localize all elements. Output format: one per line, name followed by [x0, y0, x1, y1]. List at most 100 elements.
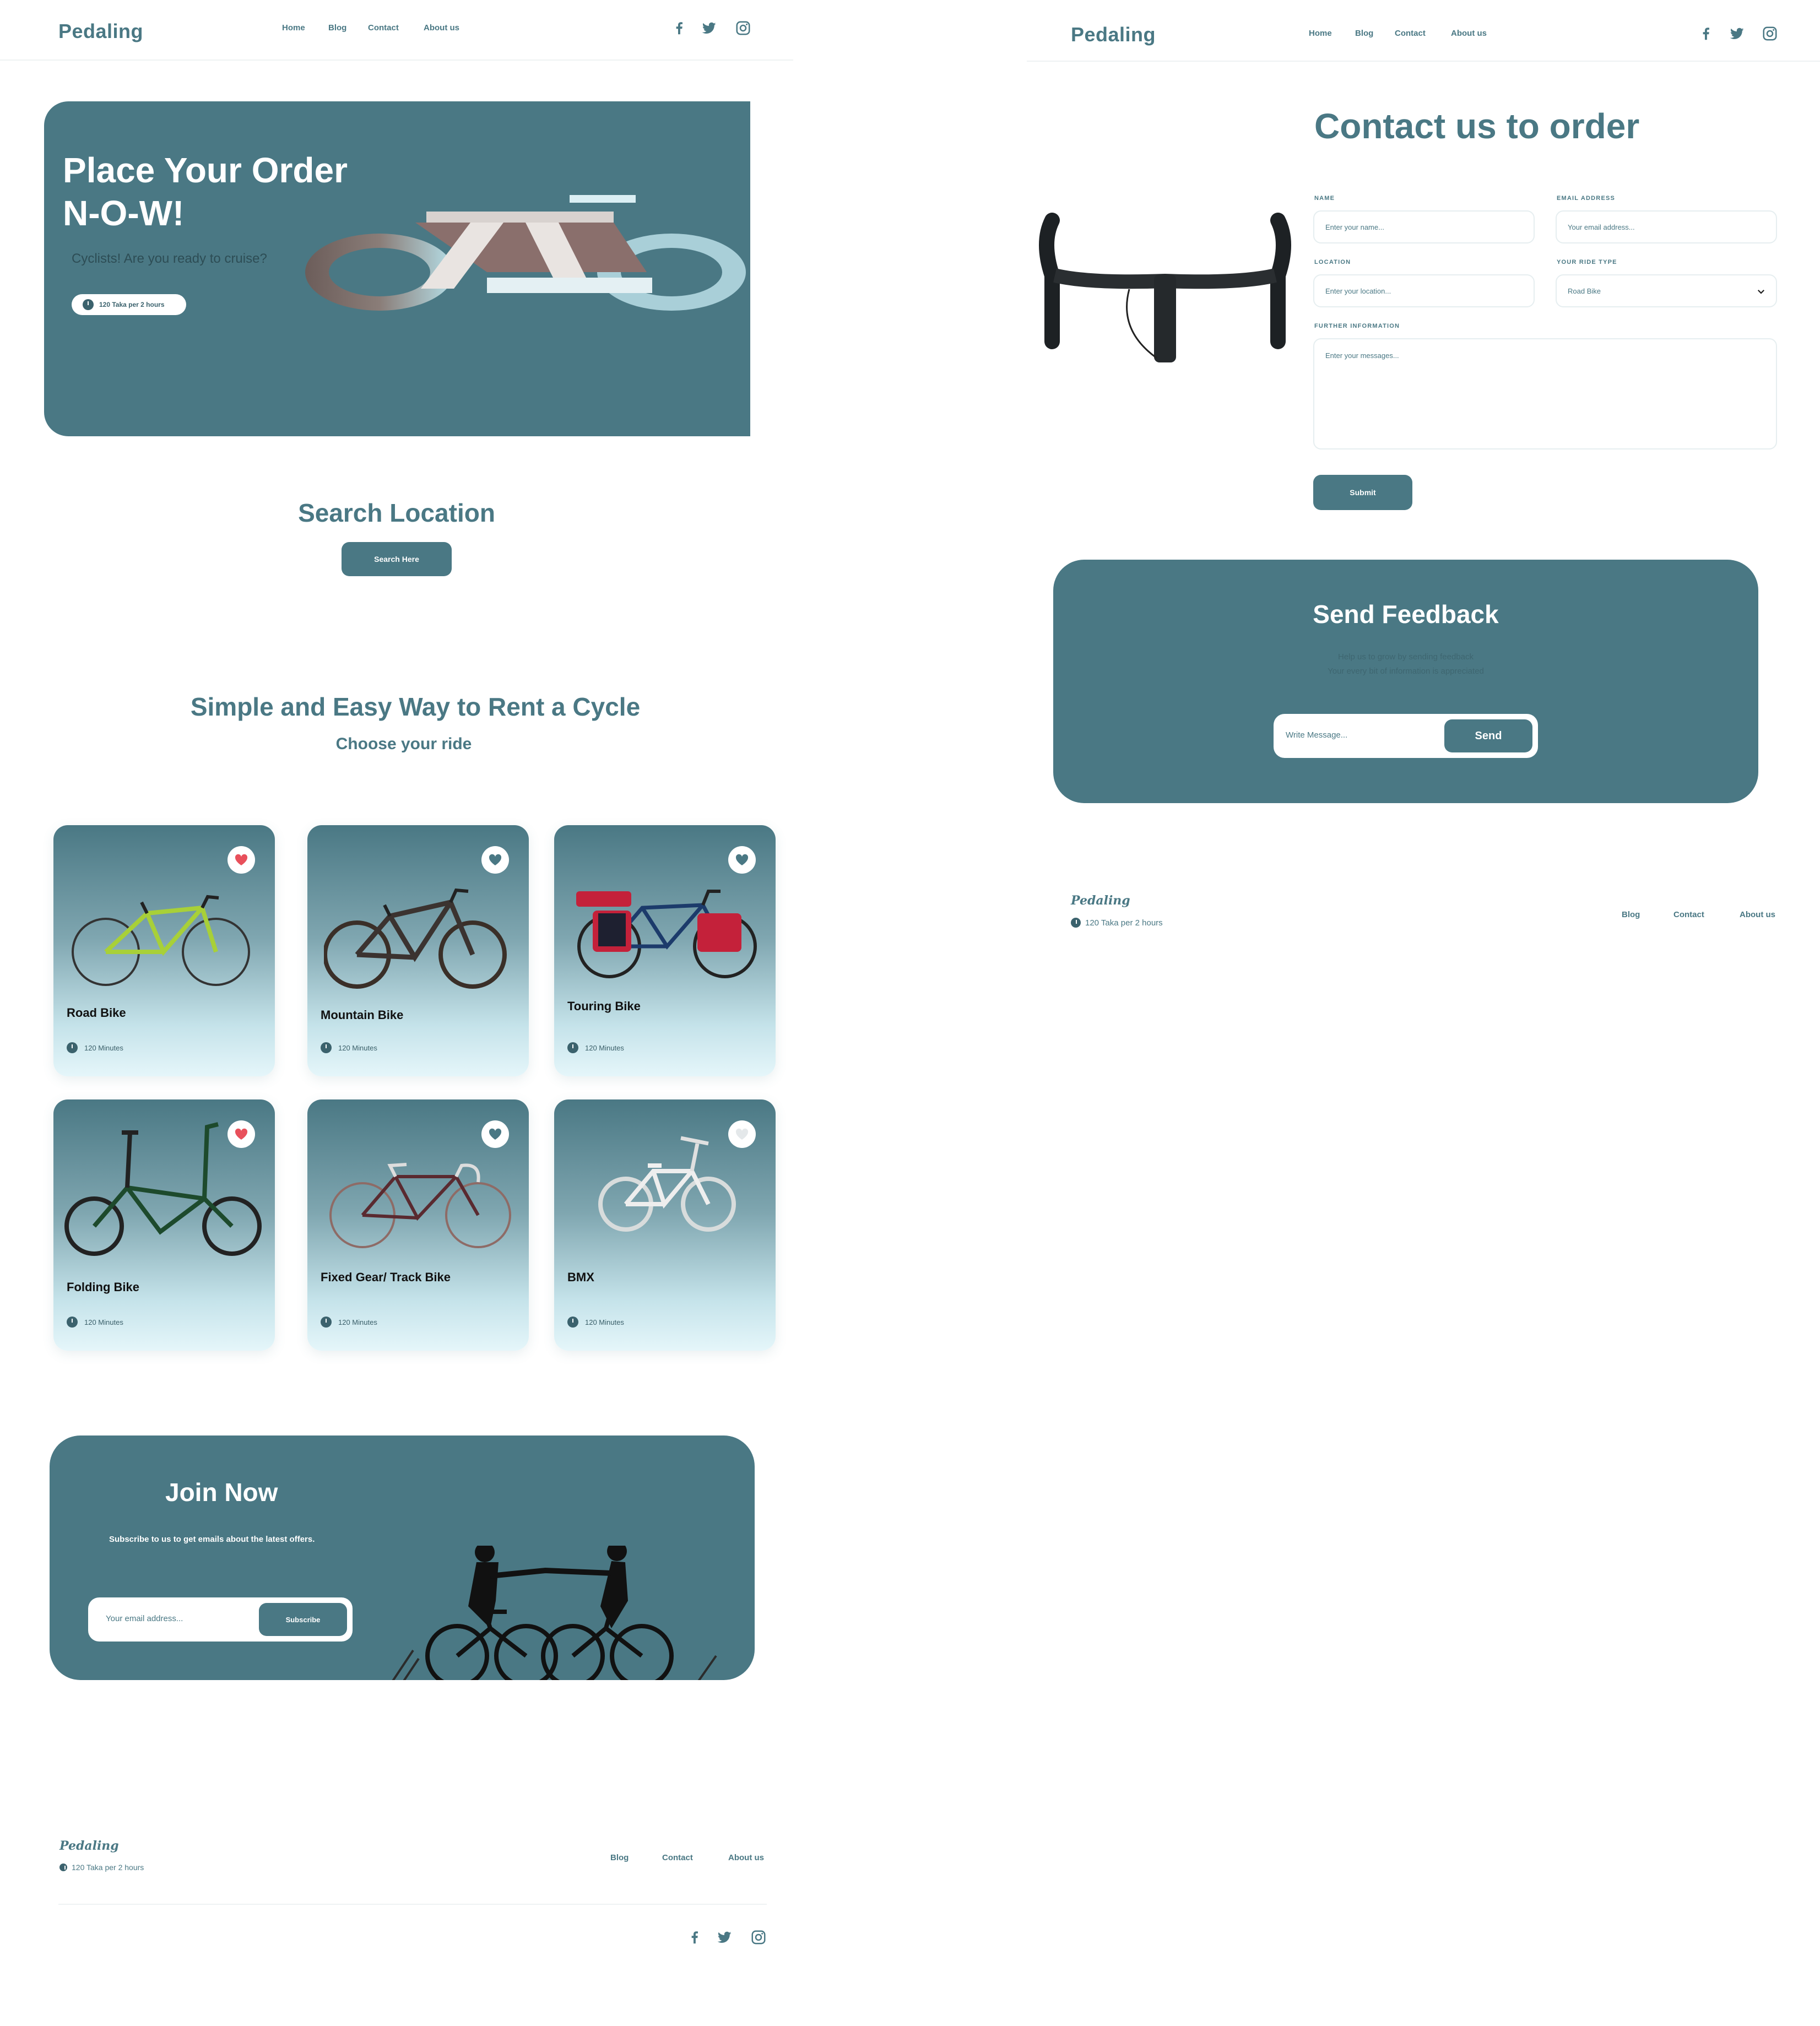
subscribe-email-input[interactable]: Your email address... — [106, 1614, 183, 1623]
mountain-bike-image — [324, 888, 507, 989]
card-duration: 120 Minutes — [67, 1042, 123, 1053]
name-input[interactable]: Enter your name... — [1313, 210, 1535, 243]
card-title: Fixed Gear/ Track Bike — [321, 1270, 451, 1284]
clock-icon — [59, 1864, 67, 1871]
search-title: Search Location — [298, 499, 495, 527]
header-divider — [1027, 61, 1820, 62]
instagram-icon[interactable] — [735, 20, 751, 36]
chevron-down-icon — [1757, 289, 1765, 294]
card-title: Folding Bike — [67, 1280, 139, 1294]
bmx-bike-image — [598, 1136, 736, 1232]
contact-title: Contact us to order — [1314, 106, 1640, 146]
clock-icon — [567, 1042, 578, 1053]
footer-price: 120 Taka per 2 hours — [59, 1863, 144, 1872]
join-title: Join Now — [165, 1478, 278, 1507]
submit-button[interactable]: Submit — [1313, 475, 1412, 510]
feedback-form: Write Message... Send — [1274, 714, 1538, 758]
site-logo[interactable]: Pedaling — [1071, 23, 1156, 46]
footer-logo[interactable]: Pedaling — [1071, 893, 1130, 908]
rent-title: Simple and Easy Way to Rent a Cycle — [190, 692, 641, 721]
hero-banner: Place Your Order N-O-W! Cyclists! Are yo… — [44, 101, 750, 436]
subscribe-button[interactable]: Subscribe — [259, 1603, 347, 1636]
footer-about-link[interactable]: About us — [1740, 910, 1775, 919]
footer-logo[interactable]: Pedaling — [59, 1839, 119, 1853]
clock-icon — [83, 299, 94, 310]
nav-home-link[interactable]: Home — [1309, 29, 1332, 38]
footer-blog-link[interactable]: Blog — [1622, 910, 1640, 919]
card-title: Road Bike — [67, 1006, 126, 1020]
card-duration: 120 Minutes — [567, 1042, 624, 1053]
bike-card-road[interactable]: Road Bike 120 Minutes — [53, 825, 275, 1076]
clock-icon — [67, 1317, 78, 1328]
card-duration-text: 120 Minutes — [585, 1318, 624, 1326]
facebook-icon[interactable] — [671, 20, 687, 36]
feedback-banner: Send Feedback Help us to grow by sending… — [1053, 560, 1758, 803]
bike-card-folding[interactable]: Folding Bike 120 Minutes — [53, 1099, 275, 1351]
hero-subtitle: Cyclists! Are you ready to cruise? — [72, 251, 267, 266]
join-now-banner: Join Now Subscribe to us to get emails a… — [50, 1435, 755, 1680]
clock-icon — [1071, 918, 1081, 928]
card-title: Touring Bike — [567, 999, 641, 1013]
subscribe-form: Your email address... Subscribe — [88, 1597, 353, 1642]
footer-price: 120 Taka per 2 hours — [1071, 918, 1163, 928]
info-label: FURTHER INFORMATION — [1314, 323, 1400, 329]
twitter-icon[interactable] — [701, 20, 717, 36]
card-duration: 120 Minutes — [321, 1042, 377, 1053]
price-badge: 120 Taka per 2 hours — [72, 294, 186, 315]
twitter-icon[interactable] — [1729, 25, 1745, 42]
facebook-icon[interactable] — [1698, 25, 1714, 42]
card-duration-text: 120 Minutes — [84, 1318, 123, 1326]
card-duration: 120 Minutes — [321, 1317, 377, 1328]
nav-about-link[interactable]: About us — [1451, 29, 1487, 38]
bike-card-bmx[interactable]: BMX 120 Minutes — [554, 1099, 776, 1351]
card-title: BMX — [567, 1270, 594, 1284]
road-bike-image — [72, 895, 250, 986]
header-divider — [0, 59, 793, 61]
instagram-icon[interactable] — [750, 1929, 767, 1946]
card-duration-text: 120 Minutes — [585, 1043, 624, 1052]
clock-icon — [67, 1042, 78, 1053]
footer-blog-link[interactable]: Blog — [610, 1853, 629, 1862]
bike-card-touring[interactable]: Touring Bike 120 Minutes — [554, 825, 776, 1076]
footer-divider — [58, 1904, 767, 1905]
instagram-icon[interactable] — [1762, 25, 1778, 42]
cyclists-silhouette — [392, 1546, 717, 1680]
footer-contact-link[interactable]: Contact — [662, 1853, 693, 1862]
location-label: LOCATION — [1314, 259, 1351, 266]
fixed-gear-bike-image — [329, 1163, 511, 1248]
name-label: NAME — [1314, 195, 1335, 202]
card-duration: 120 Minutes — [67, 1317, 123, 1328]
site-logo[interactable]: Pedaling — [58, 20, 143, 43]
email-input[interactable]: Your email address... — [1556, 210, 1777, 243]
nav-about-link[interactable]: About us — [424, 23, 459, 32]
footer-about-link[interactable]: About us — [728, 1853, 764, 1862]
card-duration-text: 120 Minutes — [338, 1318, 377, 1326]
location-input[interactable]: Enter your location... — [1313, 274, 1535, 307]
bike-lane-illustration — [305, 195, 746, 311]
send-button[interactable]: Send — [1444, 719, 1532, 752]
join-text: Subscribe to us to get emails about the … — [109, 1535, 315, 1544]
nav-blog-link[interactable]: Blog — [1355, 29, 1373, 38]
ride-type-select[interactable]: Road Bike — [1556, 274, 1777, 307]
folding-bike-image — [64, 1122, 262, 1256]
rent-subtitle: Choose your ride — [335, 735, 472, 753]
bike-card-fixed-gear[interactable]: Fixed Gear/ Track Bike 120 Minutes — [307, 1099, 529, 1351]
facebook-icon[interactable] — [686, 1929, 703, 1946]
nav-blog-link[interactable]: Blog — [328, 23, 346, 32]
footer-price-text: 120 Taka per 2 hours — [1085, 918, 1163, 928]
handlebar-image — [1039, 213, 1291, 362]
nav-contact-link[interactable]: Contact — [1395, 29, 1426, 38]
footer-price-text: 120 Taka per 2 hours — [72, 1863, 144, 1872]
bike-card-mountain[interactable]: Mountain Bike 120 Minutes — [307, 825, 529, 1076]
hero-title-line1: Place Your Order — [63, 150, 348, 190]
twitter-icon[interactable] — [716, 1929, 733, 1946]
ride-type-label: YOUR RIDE TYPE — [1557, 259, 1617, 266]
feedback-input[interactable]: Write Message... — [1286, 730, 1347, 740]
nav-contact-link[interactable]: Contact — [368, 23, 399, 32]
nav-home-link[interactable]: Home — [282, 23, 305, 32]
footer-contact-link[interactable]: Contact — [1673, 910, 1704, 919]
search-here-button[interactable]: Search Here — [342, 542, 452, 576]
info-textarea[interactable]: Enter your messages... — [1313, 338, 1777, 449]
touring-bike-image — [576, 890, 757, 978]
clock-icon — [321, 1042, 332, 1053]
